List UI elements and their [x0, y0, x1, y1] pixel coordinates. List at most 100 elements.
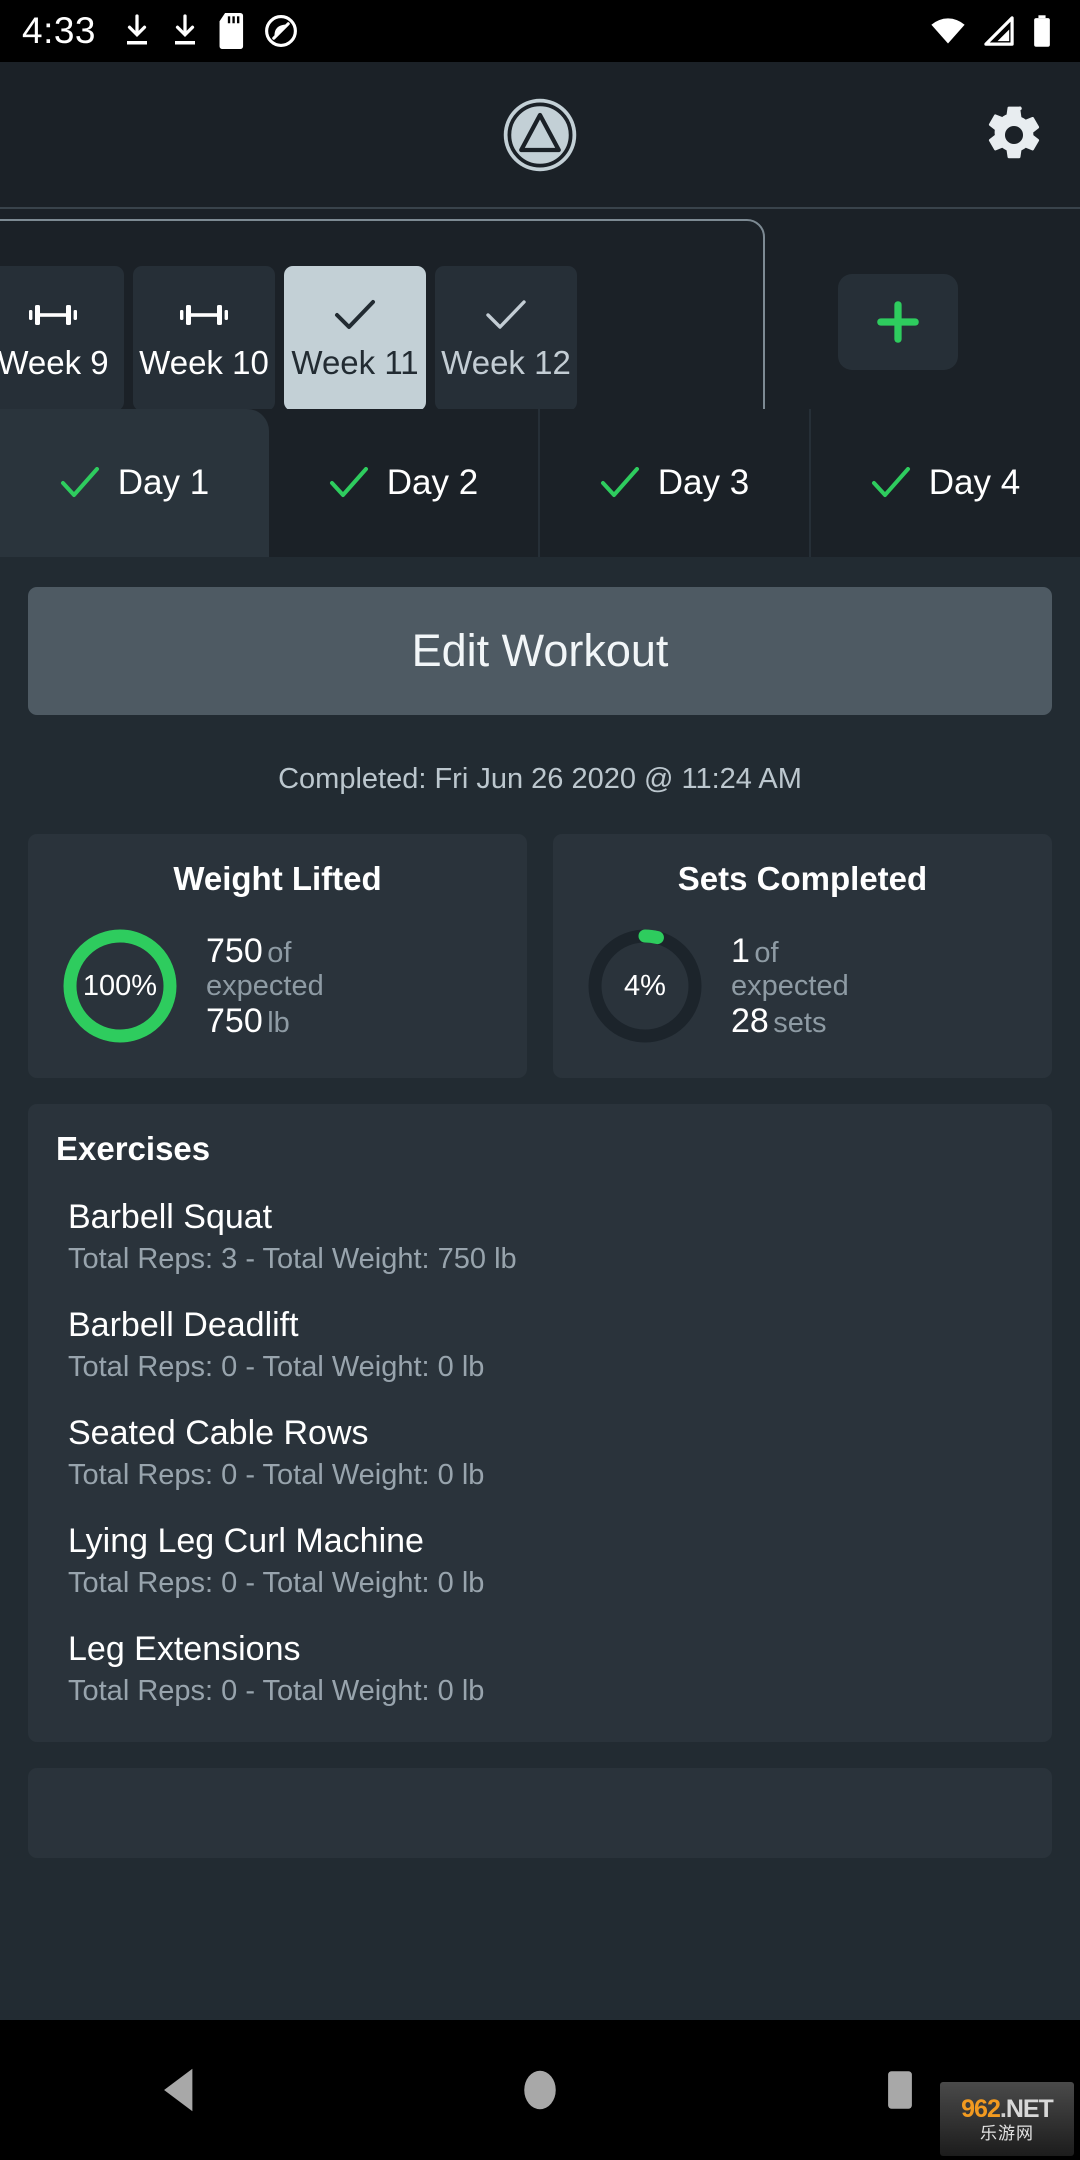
wifi-icon — [931, 18, 965, 44]
day-tab-day-3[interactable]: Day 3 — [540, 409, 811, 557]
cellular-signal-icon — [984, 16, 1014, 46]
exercise-name: Barbell Squat — [68, 1198, 273, 1236]
add-week-button[interactable] — [838, 274, 958, 370]
stat-body: 100% 750 of expected 750 lb — [46, 924, 509, 1048]
watermark-net: NET — [1005, 2094, 1054, 2123]
watermark-cn-text: 乐游网 — [980, 2123, 1034, 2143]
sd-card-icon — [219, 13, 244, 49]
status-bar: 4:33 — [0, 0, 1080, 62]
week-tab-label: Week 10 — [139, 343, 269, 381]
exercise-name: Leg Extensions — [68, 1630, 301, 1668]
exercise-meta: Total Reps: 3 - Total Weight: 750 lb — [68, 1243, 517, 1275]
exercise-meta: Total Reps: 0 - Total Weight: 0 lb — [68, 1459, 485, 1491]
exercises-title: Exercises — [56, 1130, 211, 1167]
list-item[interactable]: Barbell Squat Total Reps: 3 - Total Weig… — [56, 1198, 1024, 1276]
day-tab-day-4[interactable]: Day 4 — [811, 409, 1080, 557]
day-tab-day-1[interactable]: Day 1 — [0, 409, 269, 557]
stat-card-sets-completed: Sets Completed 4% 1 of expected 28 sets — [553, 834, 1052, 1078]
stat-expected-label: expected — [731, 969, 849, 1002]
week-tab-label: Week 12 — [441, 343, 571, 381]
stat-text: 1 of expected 28 sets — [715, 932, 849, 1041]
week-tab-week-10[interactable]: Week 10 — [133, 266, 275, 411]
dumbbell-icon — [27, 296, 79, 334]
check-icon — [871, 467, 910, 497]
list-item[interactable]: Leg Extensions Total Reps: 0 - Total Wei… — [56, 1630, 1024, 1708]
week-tab-strip: Week 9 Week 10 Week 11 Week 12 — [0, 207, 1080, 449]
stat-expected-label: expected — [206, 969, 324, 1002]
gear-icon — [988, 105, 1040, 158]
stat-text: 750 of expected 750 lb — [190, 932, 324, 1041]
next-card-partial[interactable] — [28, 1768, 1052, 1858]
day-tab-label: Day 3 — [657, 463, 750, 502]
check-icon — [600, 467, 639, 497]
stat-title: Weight Lifted — [173, 860, 382, 897]
stat-unit-label: sets — [773, 1007, 827, 1040]
exercises-card: Exercises Barbell Squat Total Reps: 3 - … — [28, 1104, 1052, 1742]
list-item[interactable]: Barbell Deadlift Total Reps: 0 - Total W… — [56, 1306, 1024, 1384]
check-icon — [329, 467, 368, 497]
progress-ring-percent: 4% — [624, 969, 666, 1002]
stat-title: Sets Completed — [677, 860, 928, 897]
battery-icon — [1034, 15, 1050, 47]
download-icon — [175, 14, 196, 45]
exercise-name: Seated Cable Rows — [68, 1414, 369, 1452]
back-triangle-icon — [164, 2068, 193, 2112]
week-tab-week-9[interactable]: Week 9 — [0, 266, 124, 411]
watermark-top-line: 962.NET — [961, 2094, 1054, 2123]
completed-timestamp: Completed: Fri Jun 26 2020 @ 11:24 AM — [278, 763, 802, 795]
list-item[interactable]: Lying Leg Curl Machine Total Reps: 0 - T… — [56, 1522, 1024, 1600]
day-tab-day-2[interactable]: Day 2 — [269, 409, 540, 557]
status-clock: 4:33 — [22, 10, 97, 51]
do-not-disturb-icon — [265, 15, 297, 47]
week-tab-week-12[interactable]: Week 12 — [435, 266, 577, 411]
edit-workout-button[interactable]: Edit Workout — [28, 587, 1052, 715]
exercise-name: Barbell Deadlift — [68, 1306, 299, 1344]
stat-body: 4% 1 of expected 28 sets — [571, 924, 1034, 1048]
exercise-meta: Total Reps: 0 - Total Weight: 0 lb — [68, 1567, 485, 1599]
check-icon — [60, 467, 99, 497]
plus-icon — [877, 301, 919, 343]
day-tab-label: Day 1 — [117, 463, 210, 502]
home-circle-icon — [524, 2070, 556, 2110]
triangle-in-circle-logo[interactable] — [500, 95, 580, 175]
stat-expected-value: 28 — [731, 1002, 769, 1041]
week-tabs: Week 9 Week 10 Week 11 Week 12 — [0, 266, 577, 411]
check-icon — [333, 296, 377, 334]
list-item[interactable]: Seated Cable Rows Total Reps: 0 - Total … — [56, 1414, 1024, 1492]
stat-actual-value: 1 — [731, 931, 750, 970]
settings-button[interactable] — [978, 99, 1050, 171]
progress-ring-weight-lifted: 100% — [58, 924, 182, 1048]
stats-row: Weight Lifted 100% 750 of expected 750 l… — [28, 834, 1052, 1078]
workout-content: Edit Workout Completed: Fri Jun 26 2020 … — [0, 557, 1080, 2020]
phone-screen: 4:33 Week 9 Week 10 Week 11 Week 12 Day … — [0, 0, 1080, 2160]
recents-square-icon — [888, 2071, 912, 2109]
nav-home-button[interactable] — [480, 2030, 600, 2150]
status-right-icons — [930, 15, 1058, 47]
day-tabs: Day 1 Day 2 Day 3 Day 4 — [0, 409, 1080, 557]
download-icon — [127, 14, 148, 45]
nav-back-button[interactable] — [120, 2030, 240, 2150]
edit-workout-label: Edit Workout — [411, 625, 669, 676]
week-tab-label: Week 9 — [0, 343, 109, 381]
site-watermark: 962.NET 乐游网 — [940, 2082, 1074, 2156]
stat-card-weight-lifted: Weight Lifted 100% 750 of expected 750 l… — [28, 834, 527, 1078]
exercise-meta: Total Reps: 0 - Total Weight: 0 lb — [68, 1675, 485, 1707]
exercise-name: Lying Leg Curl Machine — [68, 1522, 424, 1560]
progress-ring-sets-completed: 4% — [583, 924, 707, 1048]
dumbbell-icon — [178, 296, 230, 334]
check-icon — [484, 296, 528, 334]
watermark-number: 962 — [961, 2094, 1001, 2123]
day-tab-label: Day 4 — [928, 463, 1021, 502]
week-tab-label: Week 11 — [291, 343, 419, 381]
android-nav-bar: 962.NET 乐游网 — [0, 2020, 1080, 2160]
app-header — [0, 62, 1080, 207]
stat-expected-value: 750 — [206, 1002, 263, 1041]
stat-of-label: of — [754, 936, 779, 969]
week-tab-week-11[interactable]: Week 11 — [284, 266, 426, 411]
day-tab-label: Day 2 — [386, 463, 479, 502]
progress-ring-percent: 100% — [82, 969, 158, 1002]
stat-of-label: of — [267, 936, 292, 969]
stat-unit-label: lb — [267, 1007, 290, 1040]
status-left-icons — [122, 13, 298, 49]
exercise-meta: Total Reps: 0 - Total Weight: 0 lb — [68, 1351, 485, 1383]
